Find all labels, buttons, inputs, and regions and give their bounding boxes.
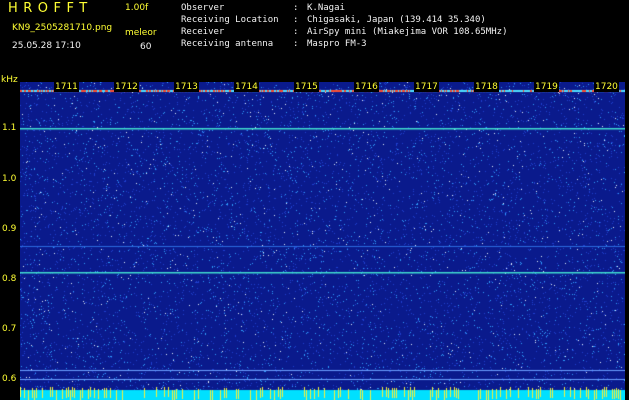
- y-tick-label: 0.7: [2, 324, 17, 334]
- y-tick-label: 1.0: [2, 174, 17, 184]
- time-tick-label: 1712: [114, 82, 139, 92]
- y-tick-label: 1.1: [2, 123, 17, 133]
- info-separator: :: [293, 39, 299, 49]
- file-name: KN9_2505281710.png: [12, 23, 113, 33]
- time-tick-label: 1718: [474, 82, 499, 92]
- time-tick-label: 1719: [534, 82, 559, 92]
- time-tick-label: 1711: [54, 82, 79, 92]
- info-row-antenna: Receiving antenna: Maspro FM-3: [181, 39, 367, 49]
- info-label: Receiving antenna: [181, 39, 274, 49]
- time-tick-label: 1717: [414, 82, 439, 92]
- y-axis-unit: kHz: [1, 75, 18, 85]
- time-tick-label: 1716: [354, 82, 379, 92]
- info-value: Chigasaki, Japan (139.414 35.340): [307, 15, 486, 25]
- info-label: Receiving Location: [181, 15, 279, 25]
- info-row-observer: Observer: K.Nagai: [181, 3, 345, 13]
- info-separator: :: [293, 27, 299, 37]
- y-tick-label: 0.8: [2, 274, 17, 284]
- y-tick-label: 0.6: [2, 374, 17, 384]
- time-tick-label: 1720: [594, 82, 619, 92]
- y-tick-label: 0.9: [2, 224, 17, 234]
- time-tick-label: 1715: [294, 82, 319, 92]
- info-value: Maspro FM-3: [307, 39, 367, 49]
- date-time: 25.05.28 17:10: [12, 41, 81, 51]
- info-value: AirSpy mini (Miakejima VOR 108.65MHz): [307, 27, 508, 37]
- info-separator: :: [293, 3, 299, 13]
- info-row-receiver: Receiver: AirSpy mini (Miakejima VOR 108.…: [181, 27, 507, 37]
- unit-value: 60: [140, 42, 152, 52]
- app-version: 1.00f: [125, 3, 149, 13]
- unit-label: meleor: [125, 28, 157, 38]
- spectrogram-canvas: [20, 82, 625, 400]
- info-row-location: Receiving Location: Chigasaki, Japan (139…: [181, 15, 486, 25]
- info-label: Receiver: [181, 27, 225, 37]
- time-tick-label: 1713: [174, 82, 199, 92]
- info-value: K.Nagai: [307, 3, 345, 13]
- info-separator: :: [293, 15, 299, 25]
- app-title: HROFFT: [8, 1, 93, 16]
- header-panel: HROFFT 1.00f KN9_2505281710.png meleor 2…: [0, 0, 629, 75]
- info-label: Observer: [181, 3, 225, 13]
- time-tick-label: 1714: [234, 82, 259, 92]
